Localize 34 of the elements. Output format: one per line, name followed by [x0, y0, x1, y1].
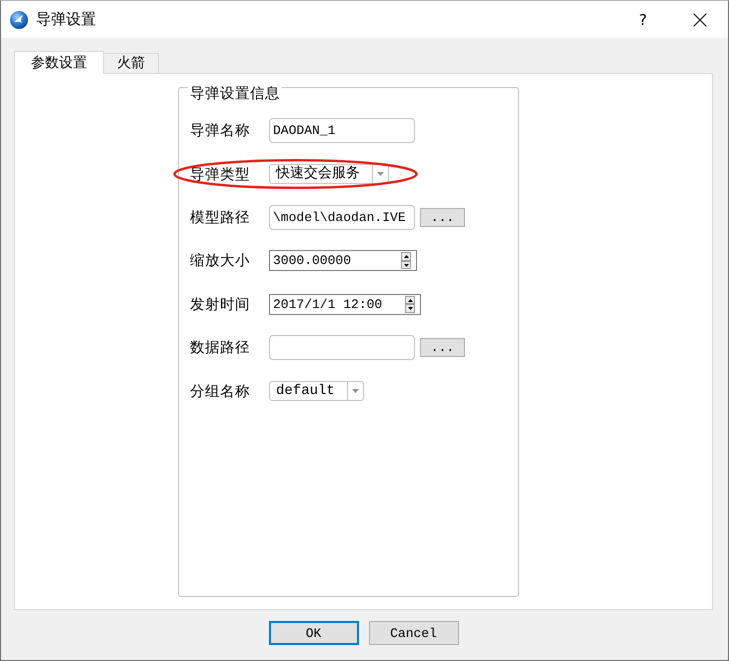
- caret-down-icon: [404, 264, 408, 267]
- dialog-button[interactable]: OK: [268, 621, 358, 645]
- field-label: 数据路径: [190, 339, 251, 358]
- help-button[interactable]: ?: [639, 10, 647, 28]
- close-icon[interactable]: [693, 12, 707, 26]
- spin-box[interactable]: 2017/1/1 12:00: [269, 294, 422, 315]
- field-label: 分组名称: [190, 382, 251, 401]
- field-label: 模型路径: [190, 208, 251, 227]
- caret-down-icon: [408, 307, 413, 310]
- text-field[interactable]: [269, 335, 415, 360]
- spin-down-button[interactable]: [405, 304, 416, 313]
- caret-icon: [352, 389, 359, 394]
- text-field[interactable]: DAODAN_1: [269, 118, 415, 144]
- dropdown[interactable]: 快速交会服务: [269, 164, 389, 184]
- dialog-button[interactable]: Cancel: [368, 621, 458, 645]
- spin-box[interactable]: 3000.00000: [269, 250, 417, 272]
- tab[interactable]: 火箭: [103, 53, 159, 73]
- caret-up-icon: [408, 298, 413, 302]
- group-title: 导弹设置信息: [188, 86, 282, 102]
- sphere-icon: [10, 10, 28, 28]
- caret-icon: [377, 172, 384, 176]
- spin-up-button[interactable]: [401, 252, 411, 261]
- tab[interactable]: 参数设置: [14, 51, 104, 74]
- text-field[interactable]: \model\daodan.IVE: [269, 204, 415, 230]
- field-label: 导弹名称: [190, 122, 251, 140]
- field-label: 导弹类型: [190, 166, 251, 184]
- browse-button[interactable]: ...: [420, 208, 465, 227]
- field-label: 发射时间: [190, 296, 251, 314]
- dropdown[interactable]: default: [269, 381, 364, 402]
- caret-up-icon: [404, 255, 408, 258]
- spin-up-button[interactable]: [405, 296, 416, 304]
- window-title: 导弹设置: [36, 10, 96, 29]
- browse-button[interactable]: ...: [420, 338, 465, 358]
- field-label: 缩放大小: [190, 252, 251, 270]
